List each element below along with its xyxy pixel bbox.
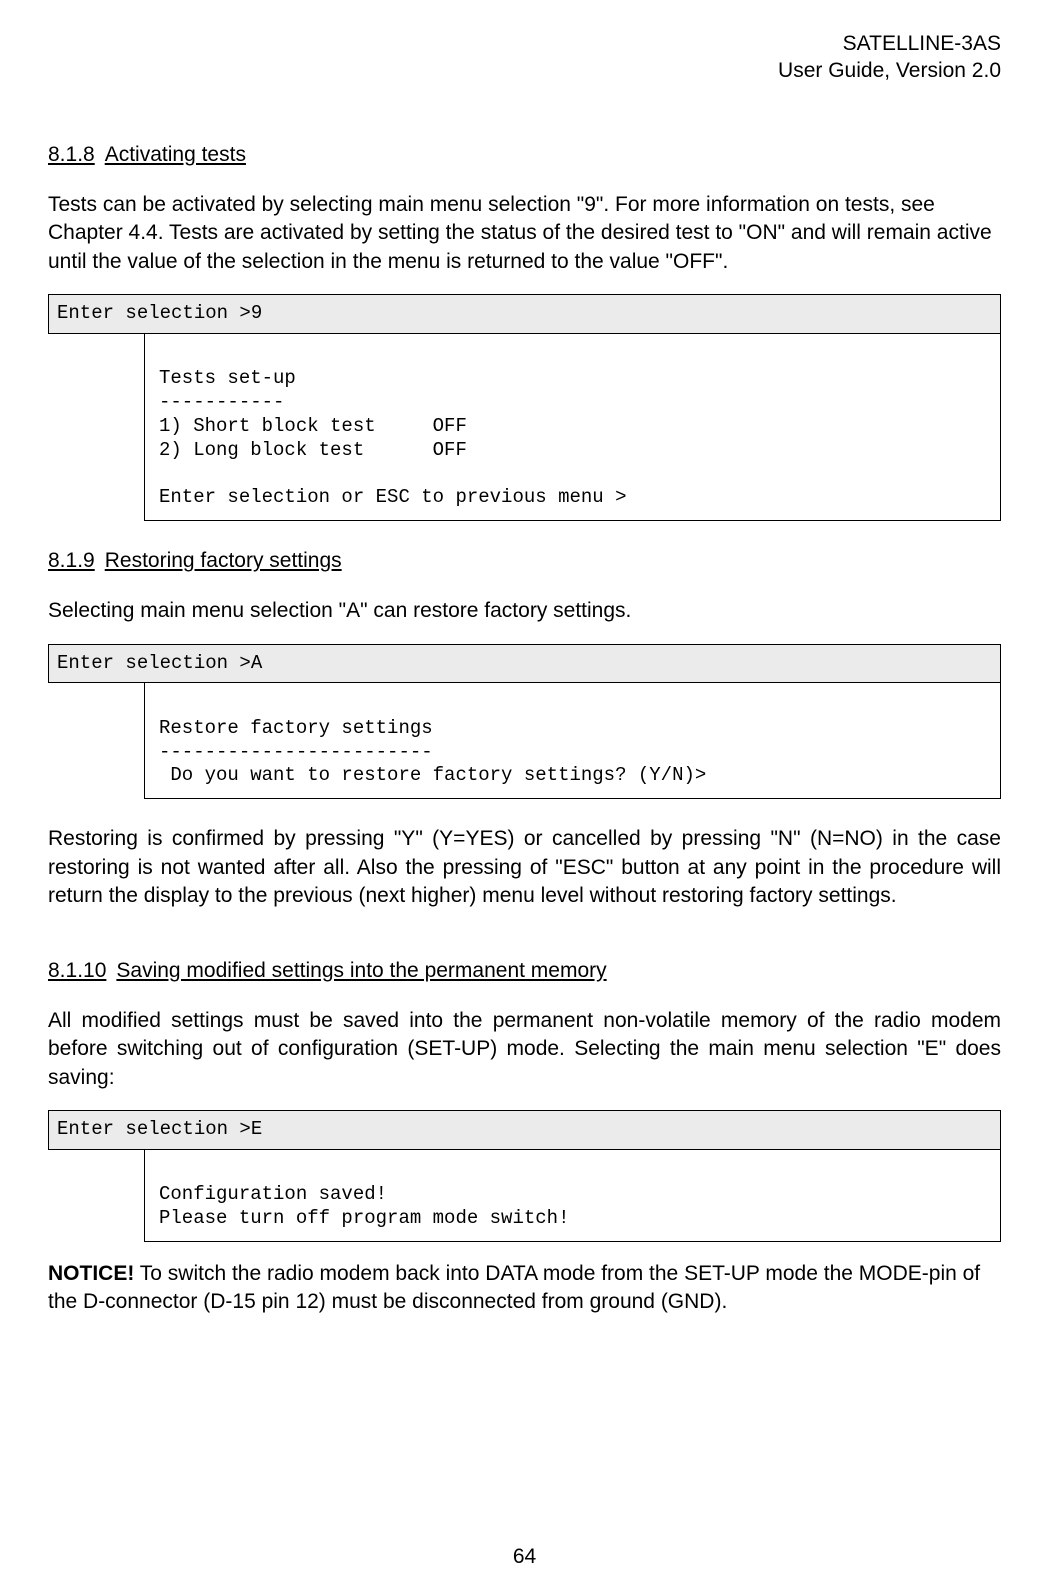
- notice-label: NOTICE!: [48, 1262, 134, 1285]
- notice-text: To switch the radio modem back into DATA…: [48, 1262, 980, 1313]
- section-number: 8.1.10: [48, 959, 106, 982]
- terminal-prompt-8110: Enter selection >E: [48, 1110, 1001, 1150]
- terminal-prompt-819: Enter selection >A: [48, 644, 1001, 684]
- section-heading-8110: 8.1.10 Saving modified settings into the …: [48, 957, 1001, 985]
- section-heading-819: 8.1.9 Restoring factory settings: [48, 547, 1001, 575]
- header-guide: User Guide, Version 2.0: [48, 57, 1001, 84]
- terminal-output-8110: Configuration saved! Please turn off pro…: [144, 1150, 1001, 1242]
- terminal-output-818: Tests set-up ----------- 1) Short block …: [144, 334, 1001, 521]
- section-heading-818: 8.1.8 Activating tests: [48, 141, 1001, 169]
- page-header: SATELLINE-3AS User Guide, Version 2.0: [48, 30, 1001, 85]
- terminal-prompt-818: Enter selection >9: [48, 294, 1001, 334]
- header-product: SATELLINE-3AS: [48, 30, 1001, 57]
- notice-paragraph: NOTICE! To switch the radio modem back i…: [48, 1260, 1001, 1317]
- terminal-output-819: Restore factory settings ---------------…: [144, 683, 1001, 799]
- section-title: Saving modified settings into the perman…: [116, 959, 606, 982]
- section-819-para1: Selecting main menu selection "A" can re…: [48, 597, 1001, 625]
- section-8110-para: All modified settings must be saved into…: [48, 1007, 1001, 1092]
- section-title: Activating tests: [105, 143, 246, 166]
- section-title: Restoring factory settings: [105, 549, 342, 572]
- page-number: 64: [0, 1543, 1049, 1571]
- section-818-para: Tests can be activated by selecting main…: [48, 191, 1001, 276]
- section-number: 8.1.9: [48, 549, 95, 572]
- section-819-para2: Restoring is confirmed by pressing "Y" (…: [48, 825, 1001, 910]
- section-number: 8.1.8: [48, 143, 95, 166]
